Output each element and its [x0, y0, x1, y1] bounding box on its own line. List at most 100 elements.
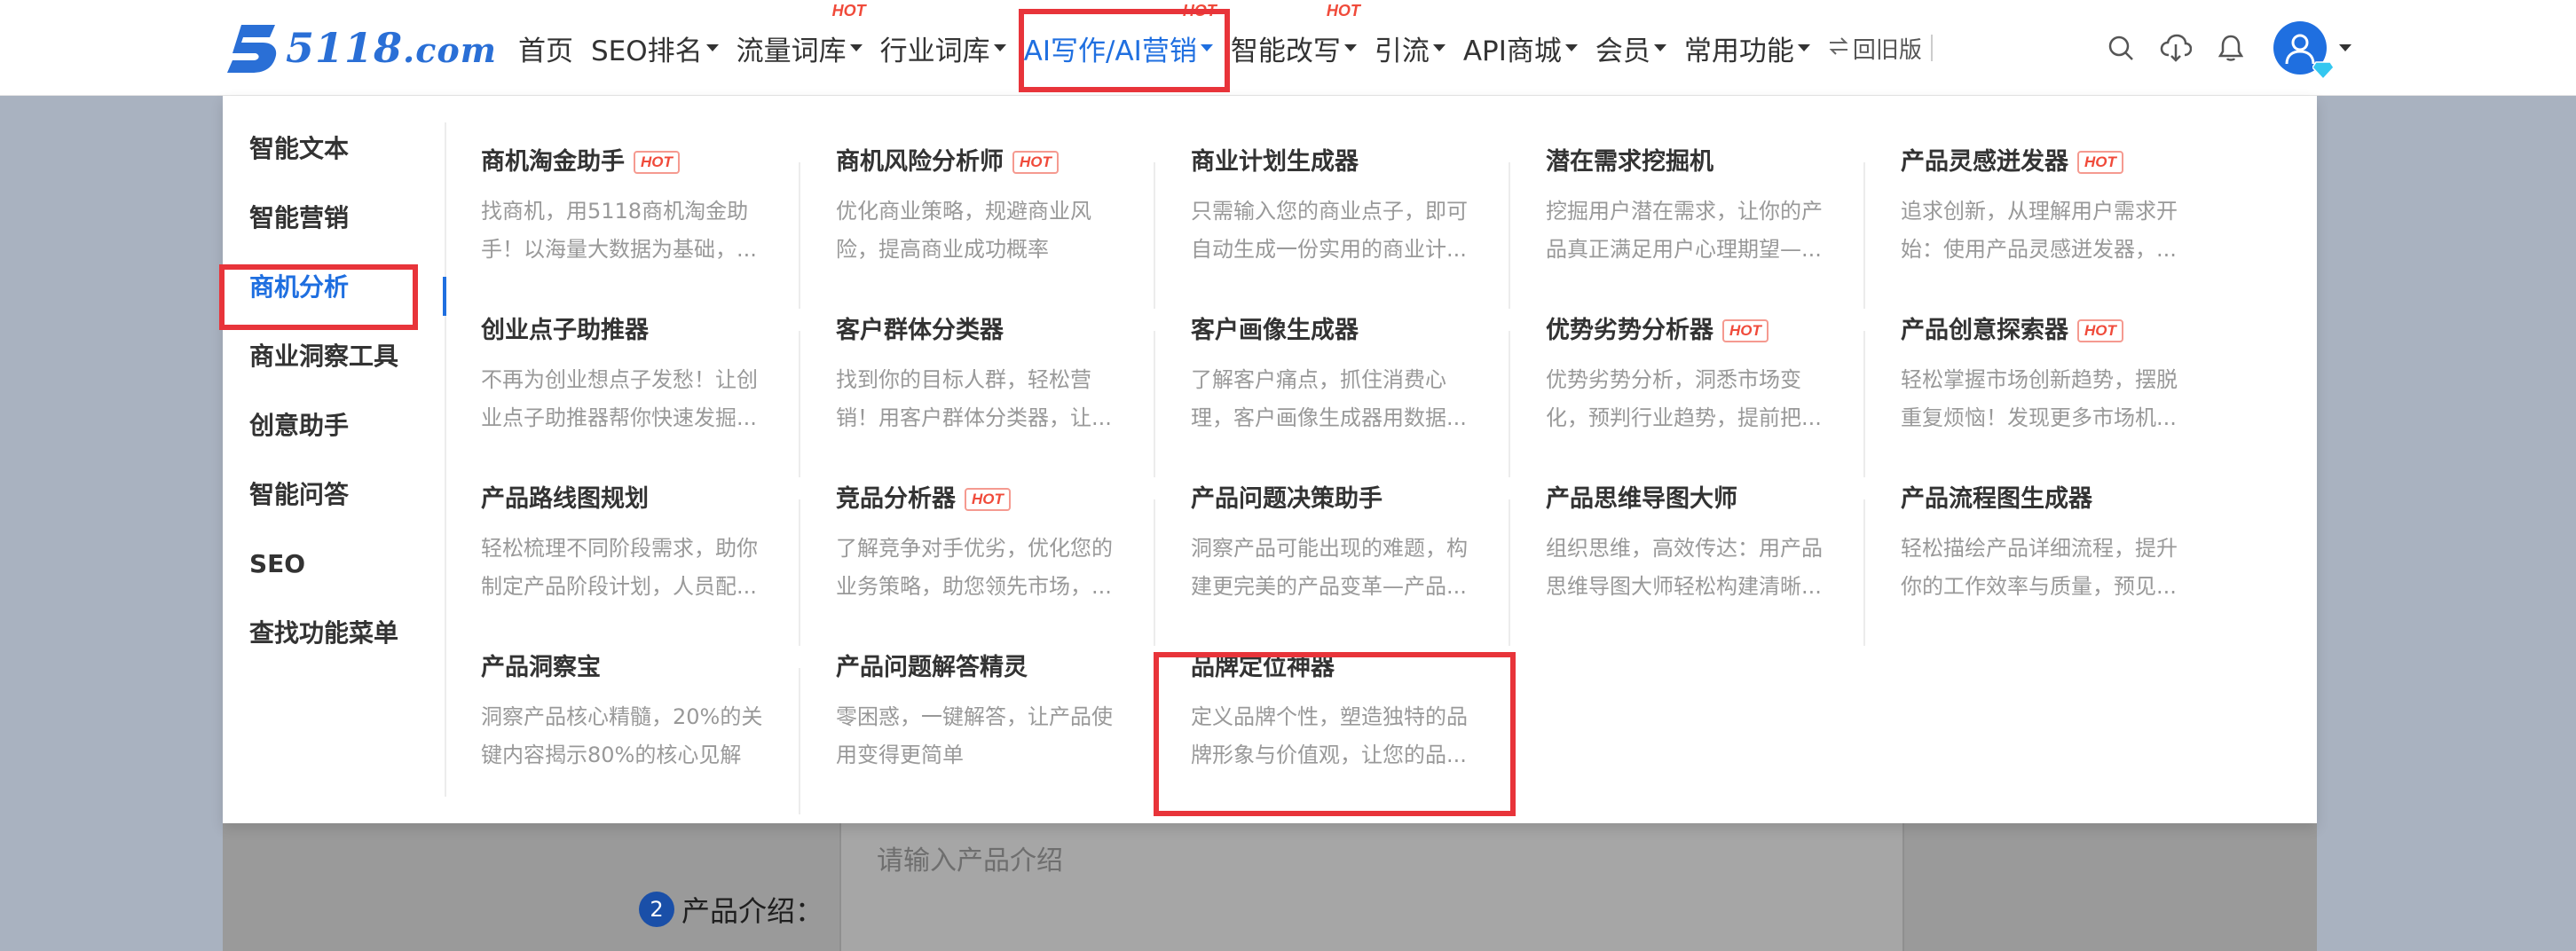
nav-item-home[interactable]: 首页 [509, 0, 582, 96]
sidebar-item-creative-assistant[interactable]: 创意助手 [249, 399, 427, 452]
tool-card[interactable]: 创业点子助推器 不再为创业想点子发愁！让创业点子助推器帮你快速发掘... [445, 313, 800, 477]
tool-card-desc: 优化商业策略，规避商业风险，提高商业成功概率 [836, 199, 1091, 262]
tool-card[interactable]: 产品创意探索器 HOT 轻松掌握市场创新趋势，摆脱重复烦恼！发现更多市场机... [1865, 313, 2220, 464]
step-number-badge: 2 [639, 892, 674, 927]
chevron-down-icon [849, 44, 863, 51]
tool-card[interactable]: 产品流程图生成器 轻松描绘产品详细流程，提升你的工作效率与质量，预见... [1865, 482, 2220, 633]
main-nav: 首页 SEO排名 HOT 流量词库 行业词库 HOT AI写作/AI营销 HOT… [509, 0, 1933, 96]
tool-card-title: 产品流程图生成器 [1901, 485, 2092, 513]
tool-card-desc: 了解客户痛点，抓住消费心理，客户画像生成器用数据... [1191, 367, 1467, 430]
tool-card[interactable]: 产品问题决策助手 洞察产品可能出现的难题，构建更完美的产品变革—产品... [1155, 482, 1510, 646]
nav-item-traffic-keywords[interactable]: HOT 流量词库 [728, 0, 871, 96]
switch-old-version-link[interactable]: 回旧版 [1819, 35, 1933, 64]
user-menu[interactable] [2273, 21, 2351, 81]
hot-badge: HOT [831, 2, 866, 20]
tool-card-desc: 组织思维，高效传达：用产品思维导图大师轻松构建清晰... [1546, 536, 1823, 599]
chevron-down-icon [993, 44, 1006, 51]
nav-item-ai-writing-marketing[interactable]: HOT AI写作/AI营销 [1015, 0, 1222, 96]
hot-badge: HOT [2077, 151, 2123, 174]
chevron-down-icon [1432, 44, 1446, 51]
nav-item-traffic-drive[interactable]: 引流 [1366, 0, 1454, 96]
header-icons [2103, 0, 2351, 96]
nav-item-common-functions[interactable]: 常用功能 [1675, 0, 1819, 96]
tool-card[interactable]: 商业计划生成器 只需输入您的商业点子，即可自动生成一份实用的商业计... [1155, 145, 1510, 309]
nav-item-industry-keywords[interactable]: 行业词库 [871, 0, 1015, 96]
tool-card[interactable]: 产品灵感迸发器 HOT 追求创新，从理解用户需求开始：使用产品灵感迸发器，... [1865, 145, 2220, 295]
logo-mark-icon [222, 20, 282, 76]
tool-card-title: 商机风险分析师 [836, 148, 1004, 176]
top-header: 5118.com 首页 SEO排名 HOT 流量词库 行业词库 HOT AI写作… [0, 0, 2576, 96]
tool-card[interactable]: 商机淘金助手 HOT 找商机，用5118商机淘金助手！以海量大数据为基础，... [445, 145, 800, 309]
switch-arrows-icon [1828, 35, 1849, 61]
tool-card[interactable]: 产品思维导图大师 组织思维，高效传达：用产品思维导图大师轻松构建清晰... [1510, 482, 1865, 646]
tool-card[interactable]: 客户群体分类器 找到你的目标人群，轻松营销！用客户群体分类器，让... [800, 313, 1155, 477]
tool-card[interactable]: 优势劣势分析器 HOT 优势劣势分析，洞悉市场变化，预判行业趋势，提前把... [1510, 313, 1865, 477]
nav-item-api-store[interactable]: API商城 [1454, 0, 1587, 96]
tool-card-title: 产品创意探索器 [1901, 317, 2068, 344]
tool-card-desc: 轻松描绘产品详细流程，提升你的工作效率与质量，预见... [1901, 536, 2178, 599]
search-icon[interactable] [2103, 30, 2139, 66]
sidebar-item-smart-text[interactable]: 智能文本 [249, 122, 427, 176]
tool-card-title: 产品灵感迸发器 [1901, 148, 2068, 176]
tool-card-desc: 定义品牌个性，塑造独特的品牌形象与价值观，让您的品... [1191, 704, 1468, 767]
chevron-down-icon [1797, 44, 1810, 51]
product-intro-label-text: 产品介绍： [681, 894, 824, 928]
hot-badge: HOT [965, 488, 1011, 511]
tool-card[interactable]: 客户画像生成器 了解客户痛点，抓住消费心理，客户画像生成器用数据... [1155, 313, 1510, 477]
sidebar-item-seo[interactable]: SEO [249, 538, 427, 591]
hot-badge: HOT [1012, 151, 1059, 174]
hot-badge: HOT [1182, 2, 1217, 20]
tool-card-desc: 找商机，用5118商机淘金助手！以海量大数据为基础，... [481, 199, 757, 262]
nav-item-membership[interactable]: 会员 [1587, 0, 1675, 96]
tool-card[interactable]: 产品路线图规划 轻松梳理不同阶段需求，助你制定产品阶段计划，人员配... [445, 482, 800, 646]
cloud-download-icon[interactable] [2158, 30, 2194, 66]
tool-card[interactable]: 商机风险分析师 HOT 优化商业策略，规避商业风险，提高商业成功概率 [800, 145, 1155, 309]
avatar-icon[interactable] [2273, 21, 2335, 81]
tool-card-title: 产品问题解答精灵 [836, 654, 1028, 681]
tool-card-desc: 追求创新，从理解用户需求开始：使用产品灵感迸发器，... [1901, 199, 2178, 262]
tool-card[interactable]: 潜在需求挖掘机 挖掘用户潜在需求，让你的产品真正满足用户心理期望—... [1510, 145, 1865, 309]
tool-card-title: 商机淘金助手 [481, 148, 625, 176]
tool-card-desc: 洞察产品可能出现的难题，构建更完美的产品变革—产品... [1191, 536, 1468, 599]
logo-text: 5118.com [286, 24, 497, 72]
tool-card-title: 产品思维导图大师 [1546, 485, 1737, 513]
product-intro-label: 2 产品介绍： [639, 889, 823, 930]
sidebar-item-business-insight-tools[interactable]: 商业洞察工具 [249, 330, 427, 383]
tool-card-desc: 零困惑，一键解答，让产品使用变得更简单 [836, 704, 1113, 767]
tool-card[interactable]: 品牌定位神器 定义品牌个性，塑造独特的品牌形象与价值观，让您的品... [1155, 650, 1510, 801]
tool-card-desc: 不再为创业想点子发愁！让创业点子助推器帮你快速发掘... [481, 367, 758, 430]
tool-card-title: 产品洞察宝 [481, 654, 601, 681]
chevron-down-icon [1200, 44, 1213, 51]
tool-card[interactable]: 产品问题解答精灵 零困惑，一键解答，让产品使用变得更简单 [800, 650, 1155, 814]
sidebar-item-smart-marketing[interactable]: 智能营销 [249, 192, 427, 245]
sidebar-item-find-menu[interactable]: 查找功能菜单 [249, 607, 427, 660]
tool-card-desc: 优势劣势分析，洞悉市场变化，预判行业趋势，提前把... [1546, 367, 1822, 430]
tool-card-desc: 洞察产品核心精髓，20%的关键内容揭示80%的核心见解 [481, 704, 763, 767]
product-intro-textarea[interactable] [839, 807, 1904, 951]
sidebar-item-smart-qa[interactable]: 智能问答 [249, 468, 427, 522]
tool-card-title: 产品路线图规划 [481, 485, 649, 513]
site-logo[interactable]: 5118.com [222, 18, 497, 78]
tool-card-title: 潜在需求挖掘机 [1546, 148, 1713, 176]
vip-diamond-icon [2312, 60, 2335, 81]
tool-card[interactable]: 竞品分析器 HOT 了解竞争对手优劣，优化您的业务策略，助您领先市场，... [800, 482, 1155, 646]
tool-card-desc: 轻松掌握市场创新趋势，摆脱重复烦恼！发现更多市场机... [1901, 367, 2178, 430]
tool-card-title: 客户群体分类器 [836, 317, 1004, 344]
hot-badge: HOT [1722, 319, 1769, 342]
tool-card-desc: 只需输入您的商业点子，即可自动生成一份实用的商业计... [1191, 199, 1468, 262]
hot-badge: HOT [2077, 319, 2123, 342]
tool-card-title: 优势劣势分析器 [1546, 317, 1713, 344]
bell-icon[interactable] [2213, 30, 2249, 66]
chevron-down-icon [2339, 44, 2351, 51]
tool-card-desc: 找到你的目标人群，轻松营销！用客户群体分类器，让... [836, 367, 1112, 430]
ai-writing-dropdown-menu: 智能文本 智能营销 商机分析 商业洞察工具 创意助手 智能问答 SEO 查找功能… [223, 96, 2317, 823]
tool-card-desc: 轻松梳理不同阶段需求，助你制定产品阶段计划，人员配... [481, 536, 758, 599]
sidebar-item-business-analysis[interactable]: 商机分析 [249, 261, 427, 314]
chevron-down-icon [705, 44, 719, 51]
tool-card[interactable]: 产品洞察宝 洞察产品核心精髓，20%的关键内容揭示80%的核心见解 [445, 650, 800, 814]
nav-item-smart-rewrite[interactable]: HOT 智能改写 [1222, 0, 1366, 96]
tool-card-title: 创业点子助推器 [481, 317, 649, 344]
nav-item-seo-ranking[interactable]: SEO排名 [582, 0, 728, 96]
dropdown-sidebar: 智能文本 智能营销 商机分析 商业洞察工具 创意助手 智能问答 SEO 查找功能… [223, 122, 445, 823]
tool-card-title: 产品问题决策助手 [1191, 485, 1383, 513]
